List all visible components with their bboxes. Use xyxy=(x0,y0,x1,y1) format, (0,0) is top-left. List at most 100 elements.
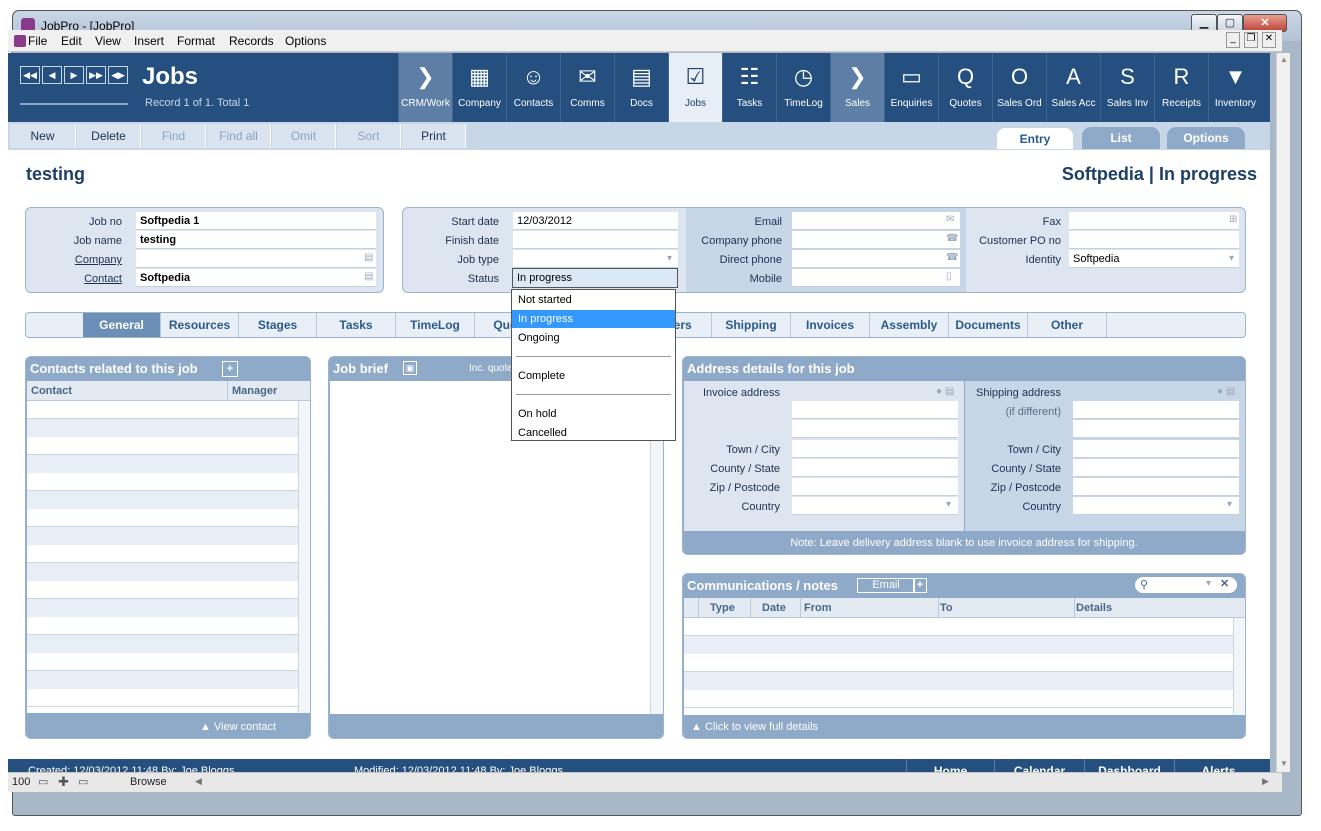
option-in-progress[interactable]: In progress xyxy=(512,310,675,328)
menu-edit[interactable]: Edit xyxy=(61,34,82,48)
mobile-icon[interactable]: ▯ xyxy=(946,271,952,282)
table-row[interactable] xyxy=(27,635,298,653)
goto-record-button[interactable]: ◀▶ xyxy=(108,66,128,84)
identity-dropdown[interactable]: Softpedia xyxy=(1069,250,1239,268)
shipping-town-field[interactable] xyxy=(1073,440,1239,458)
zoom-out-icon[interactable]: ▭ xyxy=(38,775,48,788)
phone-icon[interactable]: ☎ xyxy=(946,233,958,244)
next-record-button[interactable]: ▶ xyxy=(64,66,84,84)
col-from[interactable]: From xyxy=(804,602,832,614)
module-jobs[interactable]: ☑ Jobs xyxy=(668,53,722,122)
add-note-button[interactable]: + xyxy=(913,578,927,593)
module-docs[interactable]: ▤ Docs xyxy=(614,53,668,122)
email-button[interactable]: Email xyxy=(857,578,915,593)
map-pin-icon[interactable]: ● ▤ xyxy=(1217,386,1235,397)
table-row[interactable] xyxy=(684,636,1233,654)
scrollbar[interactable] xyxy=(298,401,310,713)
mdi-restore-button[interactable]: ❐ xyxy=(1244,32,1258,48)
table-row[interactable] xyxy=(27,671,298,689)
subtab-stages[interactable]: Stages xyxy=(239,313,317,337)
scroll-down-icon[interactable]: ▼ xyxy=(1280,759,1288,768)
shipping-address-line1[interactable] xyxy=(1073,401,1239,419)
finish-date-field[interactable] xyxy=(513,231,678,249)
module-sales[interactable]: ❯ Sales xyxy=(830,53,884,122)
table-row[interactable] xyxy=(684,707,1233,708)
module-company[interactable]: ▦ Company xyxy=(452,53,506,122)
subtab-resources[interactable]: Resources xyxy=(161,313,239,337)
table-row[interactable] xyxy=(27,599,298,617)
lookup-icon[interactable]: ▤ xyxy=(364,271,373,282)
print-icon[interactable]: ▣ xyxy=(403,361,417,375)
prev-record-button[interactable]: ◀ xyxy=(42,66,62,84)
option-not-started[interactable]: Not started xyxy=(512,291,675,309)
invoice-county-field[interactable] xyxy=(792,459,958,477)
subtab-other[interactable]: Other xyxy=(1028,313,1107,337)
tab-options[interactable]: Options xyxy=(1167,127,1245,149)
map-pin-icon[interactable]: ● ▤ xyxy=(936,386,954,397)
module-contacts[interactable]: ☺ Contacts xyxy=(506,53,560,122)
add-contact-button[interactable]: + xyxy=(222,361,238,377)
view-details-link[interactable]: ▲ Click to view full details xyxy=(691,721,818,733)
invoice-zip-field[interactable] xyxy=(792,478,958,496)
shipping-address-line2[interactable] xyxy=(1073,420,1239,438)
option-cancelled[interactable]: Cancelled xyxy=(512,424,675,442)
module-quotes[interactable]: Q Quotes xyxy=(938,53,992,122)
module-sales-inv[interactable]: S Sales Inv xyxy=(1100,53,1154,122)
shipping-zip-field[interactable] xyxy=(1073,478,1239,496)
tab-list[interactable]: List xyxy=(1082,127,1160,149)
option-complete[interactable]: Complete xyxy=(512,367,675,385)
omit-button[interactable]: Omit xyxy=(272,124,336,148)
view-contact-link[interactable]: ▲ View contact xyxy=(200,721,276,733)
mdi-minimize-button[interactable]: _ xyxy=(1226,32,1240,48)
find-all-button[interactable]: Find all xyxy=(207,124,271,148)
table-row[interactable] xyxy=(27,455,298,473)
menu-options[interactable]: Options xyxy=(285,34,326,48)
fax-field[interactable] xyxy=(1069,212,1239,230)
subtab-invoices[interactable]: Invoices xyxy=(791,313,870,337)
invoice-address-line1[interactable] xyxy=(792,401,958,419)
table-row[interactable] xyxy=(27,527,298,545)
subtab-tasks[interactable]: Tasks xyxy=(317,313,396,337)
print-button[interactable]: Print xyxy=(402,124,466,148)
subtab-shipping[interactable]: Shipping xyxy=(712,313,791,337)
status-dropdown[interactable]: In progress xyxy=(512,268,678,288)
col-contact[interactable]: Contact xyxy=(31,385,72,397)
module-sales-ord[interactable]: O Sales Ord xyxy=(992,53,1046,122)
table-row[interactable] xyxy=(27,563,298,581)
invoice-town-field[interactable] xyxy=(792,440,958,458)
sort-button[interactable]: Sort xyxy=(337,124,401,148)
new-button[interactable]: New xyxy=(10,124,76,148)
subtab-general[interactable]: General xyxy=(83,313,161,337)
scroll-left-icon[interactable]: ◀ xyxy=(195,776,202,787)
first-record-button[interactable]: ◀◀ xyxy=(20,66,40,84)
scrollbar[interactable] xyxy=(1233,618,1245,715)
mdi-close-button[interactable]: ✕ xyxy=(1262,32,1276,48)
tab-entry[interactable]: Entry xyxy=(996,127,1074,149)
envelope-icon[interactable]: ✉ xyxy=(946,214,954,225)
email-field[interactable] xyxy=(792,212,960,230)
subtab-timelog[interactable]: TimeLog xyxy=(396,313,475,337)
module-sales-acc[interactable]: A Sales Acc xyxy=(1046,53,1100,122)
menu-format[interactable]: Format xyxy=(177,34,215,48)
clear-search-icon[interactable]: ✕ xyxy=(1220,577,1229,590)
direct-phone-field[interactable] xyxy=(792,250,960,268)
window-scrollbar[interactable]: ▲ ▼ xyxy=(1276,53,1290,772)
subtab-documents[interactable]: Documents xyxy=(949,313,1028,337)
col-manager[interactable]: Manager xyxy=(232,385,277,397)
contact-field[interactable]: Softpedia xyxy=(136,269,376,287)
module-tasks[interactable]: ☷ Tasks xyxy=(722,53,776,122)
contact-link[interactable]: Contact xyxy=(36,273,122,285)
shipping-country-dropdown[interactable] xyxy=(1073,497,1239,515)
subtab-assembly[interactable]: Assembly xyxy=(870,313,949,337)
col-details[interactable]: Details xyxy=(1076,602,1112,614)
find-button[interactable]: Find xyxy=(142,124,206,148)
record-slider[interactable] xyxy=(20,103,128,105)
phone-icon[interactable]: ☎ xyxy=(946,252,958,263)
option-ongoing[interactable]: Ongoing xyxy=(512,329,675,347)
module-receipts[interactable]: R Receipts xyxy=(1154,53,1208,122)
module-comms[interactable]: ✉ Comms xyxy=(560,53,614,122)
module-enquiries[interactable]: ▭ Enquiries xyxy=(884,53,938,122)
customer-po-field[interactable] xyxy=(1069,231,1239,249)
menu-view[interactable]: View xyxy=(95,34,121,48)
module-inventory[interactable]: ▼ Inventory xyxy=(1208,53,1262,122)
